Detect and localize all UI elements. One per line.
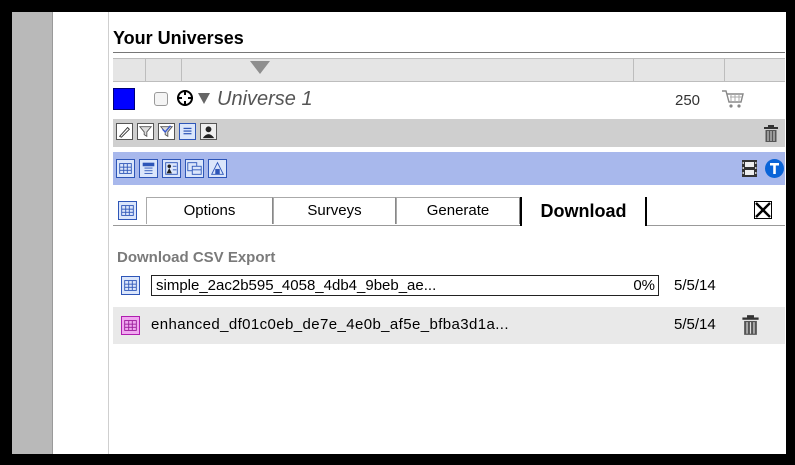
collapse-triangle-icon[interactable] [198, 93, 210, 104]
column-divider [145, 59, 146, 81]
file-date: 5/5/14 [674, 316, 716, 333]
view-toolbar [113, 152, 785, 185]
table-icon[interactable] [121, 276, 140, 295]
tab-generate[interactable]: Generate [396, 197, 520, 224]
download-section-title: Download CSV Export [117, 249, 276, 266]
film-icon[interactable] [741, 159, 758, 178]
trash-icon[interactable] [741, 314, 760, 336]
list-item[interactable]: enhanced_df01c0eb_de7e_4e0b_af5e_bfba3d1… [113, 307, 785, 344]
left-gutter [12, 12, 52, 454]
column-divider [181, 59, 182, 81]
target-icon[interactable] [176, 89, 194, 107]
file-progress-box[interactable]: simple_2ac2b595_4058_4db4_9beb_ae... 0% [151, 275, 659, 296]
column-divider [633, 59, 634, 81]
table-header-icon[interactable] [139, 159, 158, 178]
universe-count: 250 [675, 92, 701, 109]
file-name[interactable]: enhanced_df01c0eb_de7e_4e0b_af5e_bfba3d1… [151, 316, 509, 333]
divider [52, 12, 53, 454]
panel-title: Your Universes [113, 28, 244, 48]
divider [113, 52, 785, 53]
tab-surveys[interactable]: Surveys [273, 197, 396, 224]
tab-options[interactable]: Options [146, 197, 273, 224]
tab-bar: Options Surveys Generate Download [113, 193, 785, 226]
filter-icon[interactable] [137, 123, 154, 140]
table-icon[interactable] [116, 159, 135, 178]
app-window: Your Universes Universe 1 250 Options Su… [12, 12, 786, 454]
copy-table-icon[interactable] [185, 159, 204, 178]
table-icon[interactable] [118, 201, 137, 220]
cart-icon[interactable] [721, 89, 745, 109]
person-icon[interactable] [200, 123, 217, 140]
edit-toolbar [113, 119, 785, 147]
progress-value: 0% [633, 277, 655, 294]
file-name[interactable]: simple_2ac2b595_4058_4db4_9beb_ae... [156, 277, 436, 294]
list-icon[interactable] [179, 123, 196, 140]
trash-icon[interactable] [763, 124, 779, 143]
tab-download[interactable]: Download [520, 197, 647, 226]
close-icon[interactable] [754, 201, 772, 219]
pencil-icon[interactable] [116, 123, 133, 140]
universe-name[interactable]: Universe 1 [217, 88, 313, 111]
column-header-bar [113, 58, 785, 82]
column-divider [724, 59, 725, 81]
table-icon[interactable] [121, 316, 140, 335]
universe-row[interactable]: Universe 1 250 [113, 87, 785, 117]
sort-triangle-icon[interactable] [250, 61, 270, 74]
building-icon[interactable] [208, 159, 227, 178]
info-icon[interactable] [764, 158, 785, 179]
universe-color-swatch[interactable] [113, 88, 135, 110]
universes-panel: Your Universes Universe 1 250 Options Su… [108, 12, 785, 454]
list-item[interactable]: simple_2ac2b595_4058_4db4_9beb_ae... 0% … [113, 272, 785, 300]
file-date: 5/5/14 [674, 277, 716, 294]
filter-check-icon[interactable] [158, 123, 175, 140]
checkbox-icon[interactable] [154, 92, 168, 106]
report-icon[interactable] [162, 159, 181, 178]
